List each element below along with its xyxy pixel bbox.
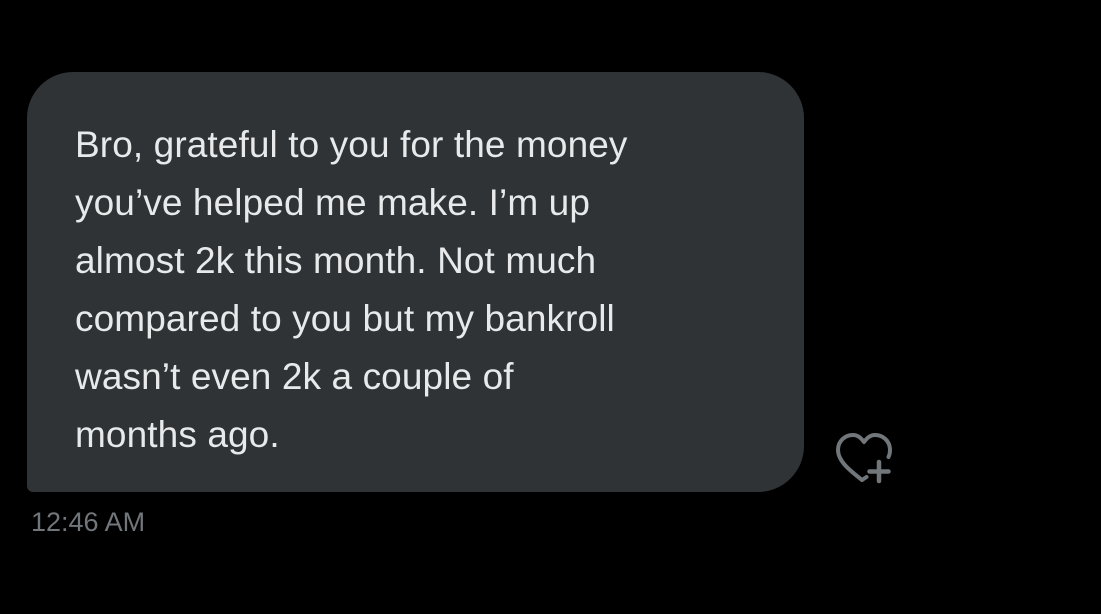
message-text: Bro, grateful to you for the money you’v… bbox=[75, 124, 628, 455]
message-timestamp: 12:46 AM bbox=[31, 507, 146, 537]
heart-plus-icon[interactable] bbox=[832, 428, 896, 488]
message-bubble[interactable]: Bro, grateful to you for the money you’v… bbox=[27, 72, 804, 492]
